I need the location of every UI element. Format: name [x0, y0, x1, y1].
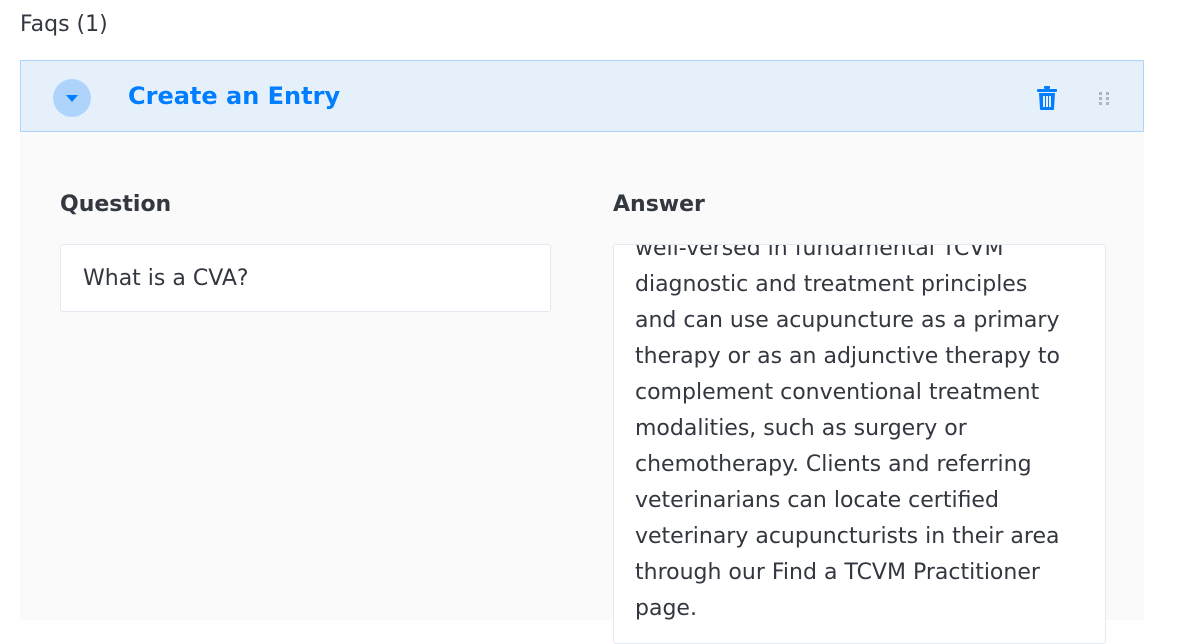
- drag-handle[interactable]: [1098, 91, 1112, 107]
- entry-header[interactable]: Create an Entry: [20, 60, 1144, 132]
- caret-down-icon: [66, 95, 78, 102]
- delete-entry-button[interactable]: [1035, 85, 1059, 111]
- entry-body: Question Answer well-versed in fundament…: [20, 132, 1144, 644]
- drag-handle-icon: [1099, 92, 1109, 105]
- entry-title[interactable]: Create an Entry: [128, 82, 340, 110]
- answer-line: complement conventional treatment: [635, 380, 1040, 405]
- answer-line: veterinarians can locate certified: [635, 488, 999, 513]
- answer-text: well-versed in fundamental TCVM diagnost…: [635, 244, 1075, 627]
- answer-line: veterinary acupuncturists in their area: [635, 524, 1060, 549]
- trash-icon: [1037, 86, 1057, 110]
- question-label: Question: [60, 192, 172, 217]
- answer-textarea[interactable]: well-versed in fundamental TCVM diagnost…: [613, 244, 1106, 644]
- question-input[interactable]: [60, 244, 551, 312]
- answer-line: therapy or as an adjunctive therapy to: [635, 344, 1060, 369]
- answer-line: through our Find a TCVM Practitioner: [635, 560, 1040, 585]
- answer-line: and can use acupuncture as a primary: [635, 308, 1060, 333]
- answer-line: diagnostic and treatment principles: [635, 272, 1028, 297]
- collapse-toggle-button[interactable]: [53, 79, 91, 117]
- answer-line: modalities, such as surgery or: [635, 416, 967, 441]
- answer-label: Answer: [613, 192, 705, 217]
- answer-line: page.: [635, 596, 697, 621]
- answer-line: well-versed in fundamental TCVM: [635, 244, 1004, 261]
- section-title: Faqs (1): [20, 12, 108, 37]
- answer-line: chemotherapy. Clients and referring: [635, 452, 1032, 477]
